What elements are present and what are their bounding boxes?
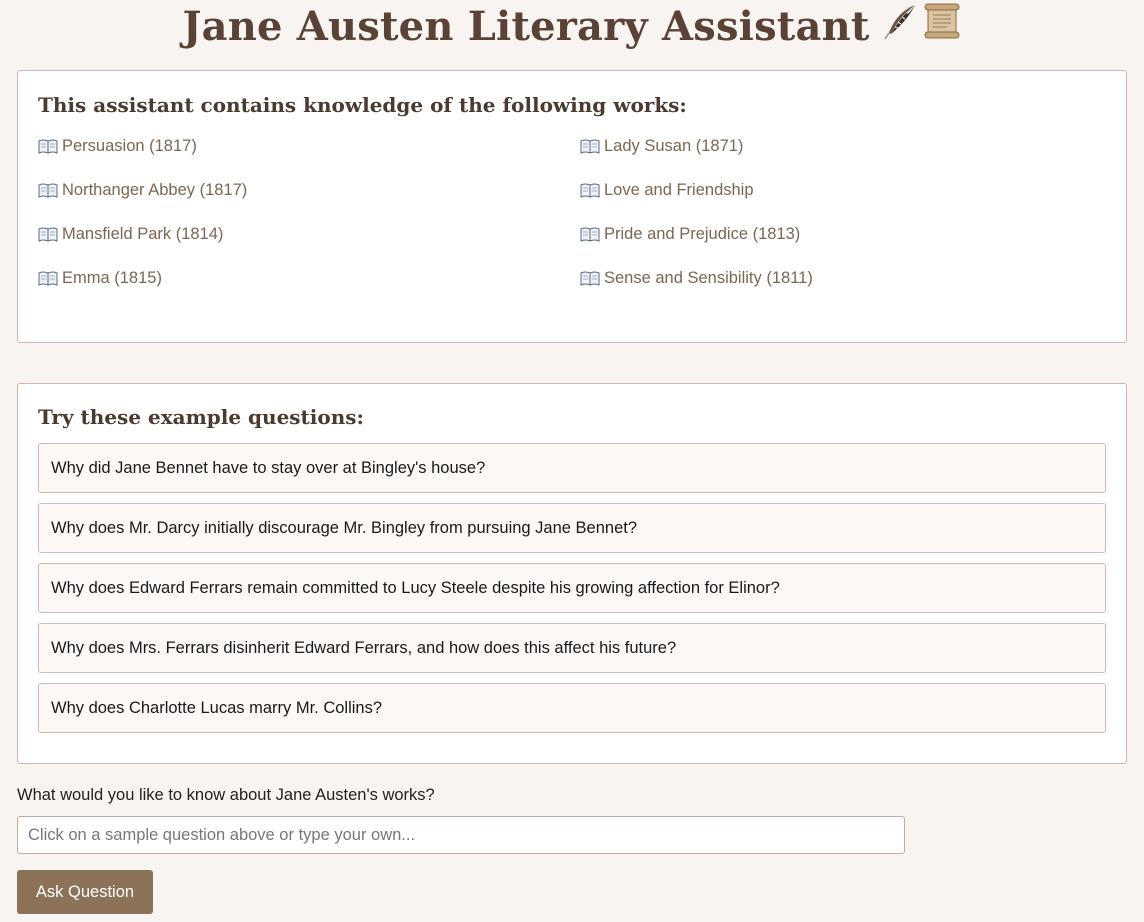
open-book-icon [580,183,600,198]
work-title: Persuasion (1817) [62,137,197,155]
open-book-icon [580,139,600,154]
work-link-sense-and-sensibility[interactable]: Sense and Sensibility (1811) [580,269,813,288]
ask-question-button[interactable]: Ask Question [17,870,153,914]
question-input-label: What would you like to know about Jane A… [17,786,435,804]
example-questions-panel: Try these example questions: Why did Jan… [17,383,1127,764]
work-title: Sense and Sensibility (1811) [604,269,813,287]
works-panel: This assistant contains knowledge of the… [17,70,1127,343]
app-page: Jane Austen Literary Assistant This assi… [0,0,1144,922]
work-link-love-and-friendship[interactable]: Love and Friendship [580,181,754,200]
work-link-lady-susan[interactable]: Lady Susan (1871) [580,137,743,156]
open-book-icon [580,271,600,286]
example-question-button[interactable]: Why does Charlotte Lucas marry Mr. Colli… [38,683,1106,733]
work-title: Lady Susan (1871) [604,137,744,155]
work-link-northanger-abbey[interactable]: Northanger Abbey (1817) [38,181,247,200]
open-book-icon [580,227,600,242]
question-input[interactable] [17,816,905,854]
work-title: Emma (1815) [62,269,162,287]
title-emoji-group [882,1,962,51]
page-title: Jane Austen Literary Assistant [0,0,1144,52]
work-title: Northanger Abbey (1817) [62,181,248,199]
work-link-emma[interactable]: Emma (1815) [38,269,162,288]
example-questions-heading: Try these example questions: [38,405,364,429]
example-question-button[interactable]: Why does Mrs. Ferrars disinherit Edward … [38,623,1106,673]
example-question-button[interactable]: Why did Jane Bennet have to stay over at… [38,443,1106,493]
work-title: Pride and Prejudice (1813) [604,225,801,243]
feather-icon [882,1,920,51]
open-book-icon [38,183,58,198]
work-link-pride-and-prejudice[interactable]: Pride and Prejudice (1813) [580,225,800,244]
page-title-text: Jane Austen Literary Assistant [182,2,870,50]
scroll-icon [922,1,962,51]
works-heading: This assistant contains knowledge of the… [38,93,687,117]
example-question-button[interactable]: Why does Edward Ferrars remain committed… [38,563,1106,613]
work-link-mansfield-park[interactable]: Mansfield Park (1814) [38,225,223,244]
open-book-icon [38,271,58,286]
work-link-persuasion[interactable]: Persuasion (1817) [38,137,197,156]
work-title: Mansfield Park (1814) [62,225,224,243]
open-book-icon [38,227,58,242]
open-book-icon [38,139,58,154]
example-question-button[interactable]: Why does Mr. Darcy initially discourage … [38,503,1106,553]
work-title: Love and Friendship [604,181,754,199]
